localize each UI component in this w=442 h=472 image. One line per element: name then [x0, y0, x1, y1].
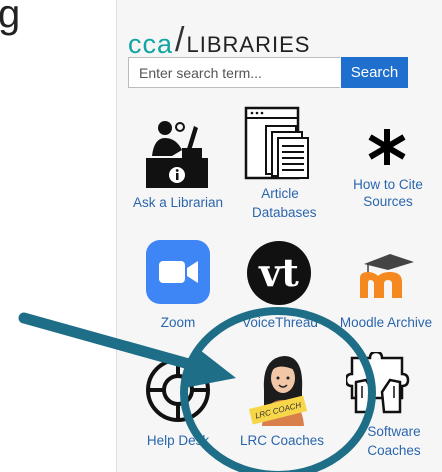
tile-moodle-archive[interactable]: Moodle Archive	[336, 248, 436, 332]
tile-label: Help Desk	[146, 433, 210, 448]
tile-software-coaches[interactable]: Software Coaches	[336, 352, 436, 462]
tile-lrc-coaches[interactable]: LRC COACH LRC Coaches	[230, 350, 334, 450]
svg-text:vt: vt	[258, 250, 299, 295]
tile-label: Article Databases	[252, 186, 317, 220]
cca-libraries-logo[interactable]: cca / LIBRARIES	[128, 21, 311, 60]
tile-article-databases[interactable]: Article Databases	[232, 106, 328, 224]
logo-libraries-text: LIBRARIES	[186, 32, 311, 57]
voicethread-logo-icon: vt	[247, 241, 311, 305]
tile-help-desk[interactable]: Help Desk	[128, 356, 228, 452]
search-button[interactable]: Search	[341, 57, 408, 88]
document-stack-icon	[244, 106, 309, 180]
tile-how-to-cite-sources[interactable]: How to Cite Sources	[340, 120, 436, 212]
logo-cca-text: cca	[128, 29, 174, 59]
tile-ask-a-librarian[interactable]: Ask a Librarian	[128, 118, 228, 213]
logo-slash: /	[175, 21, 185, 59]
tile-label: VoiceThread	[242, 315, 318, 330]
moodle-logo-icon	[360, 254, 414, 298]
lrc-coach-avatar-icon: LRC COACH	[248, 356, 308, 426]
tile-label: Moodle Archive	[339, 315, 433, 330]
search-input[interactable]	[128, 57, 340, 88]
zoom-camera-icon	[146, 240, 210, 304]
tile-label: Zoom	[160, 315, 196, 330]
puzzle-hands-icon	[346, 352, 410, 414]
cropped-heading-fragment: g	[0, 0, 21, 36]
tile-zoom[interactable]: Zoom	[128, 240, 228, 332]
librarian-desk-icon	[146, 121, 208, 188]
tile-voicethread[interactable]: vt VoiceThread	[232, 240, 328, 332]
life-ring-icon	[146, 358, 210, 422]
tile-label: LRC Coaches	[239, 433, 325, 448]
tile-label: Software Coaches	[367, 424, 421, 458]
tile-label: How to Cite Sources	[353, 177, 423, 209]
tile-label: Ask a Librarian	[132, 195, 224, 210]
asterisk-icon	[368, 129, 406, 165]
